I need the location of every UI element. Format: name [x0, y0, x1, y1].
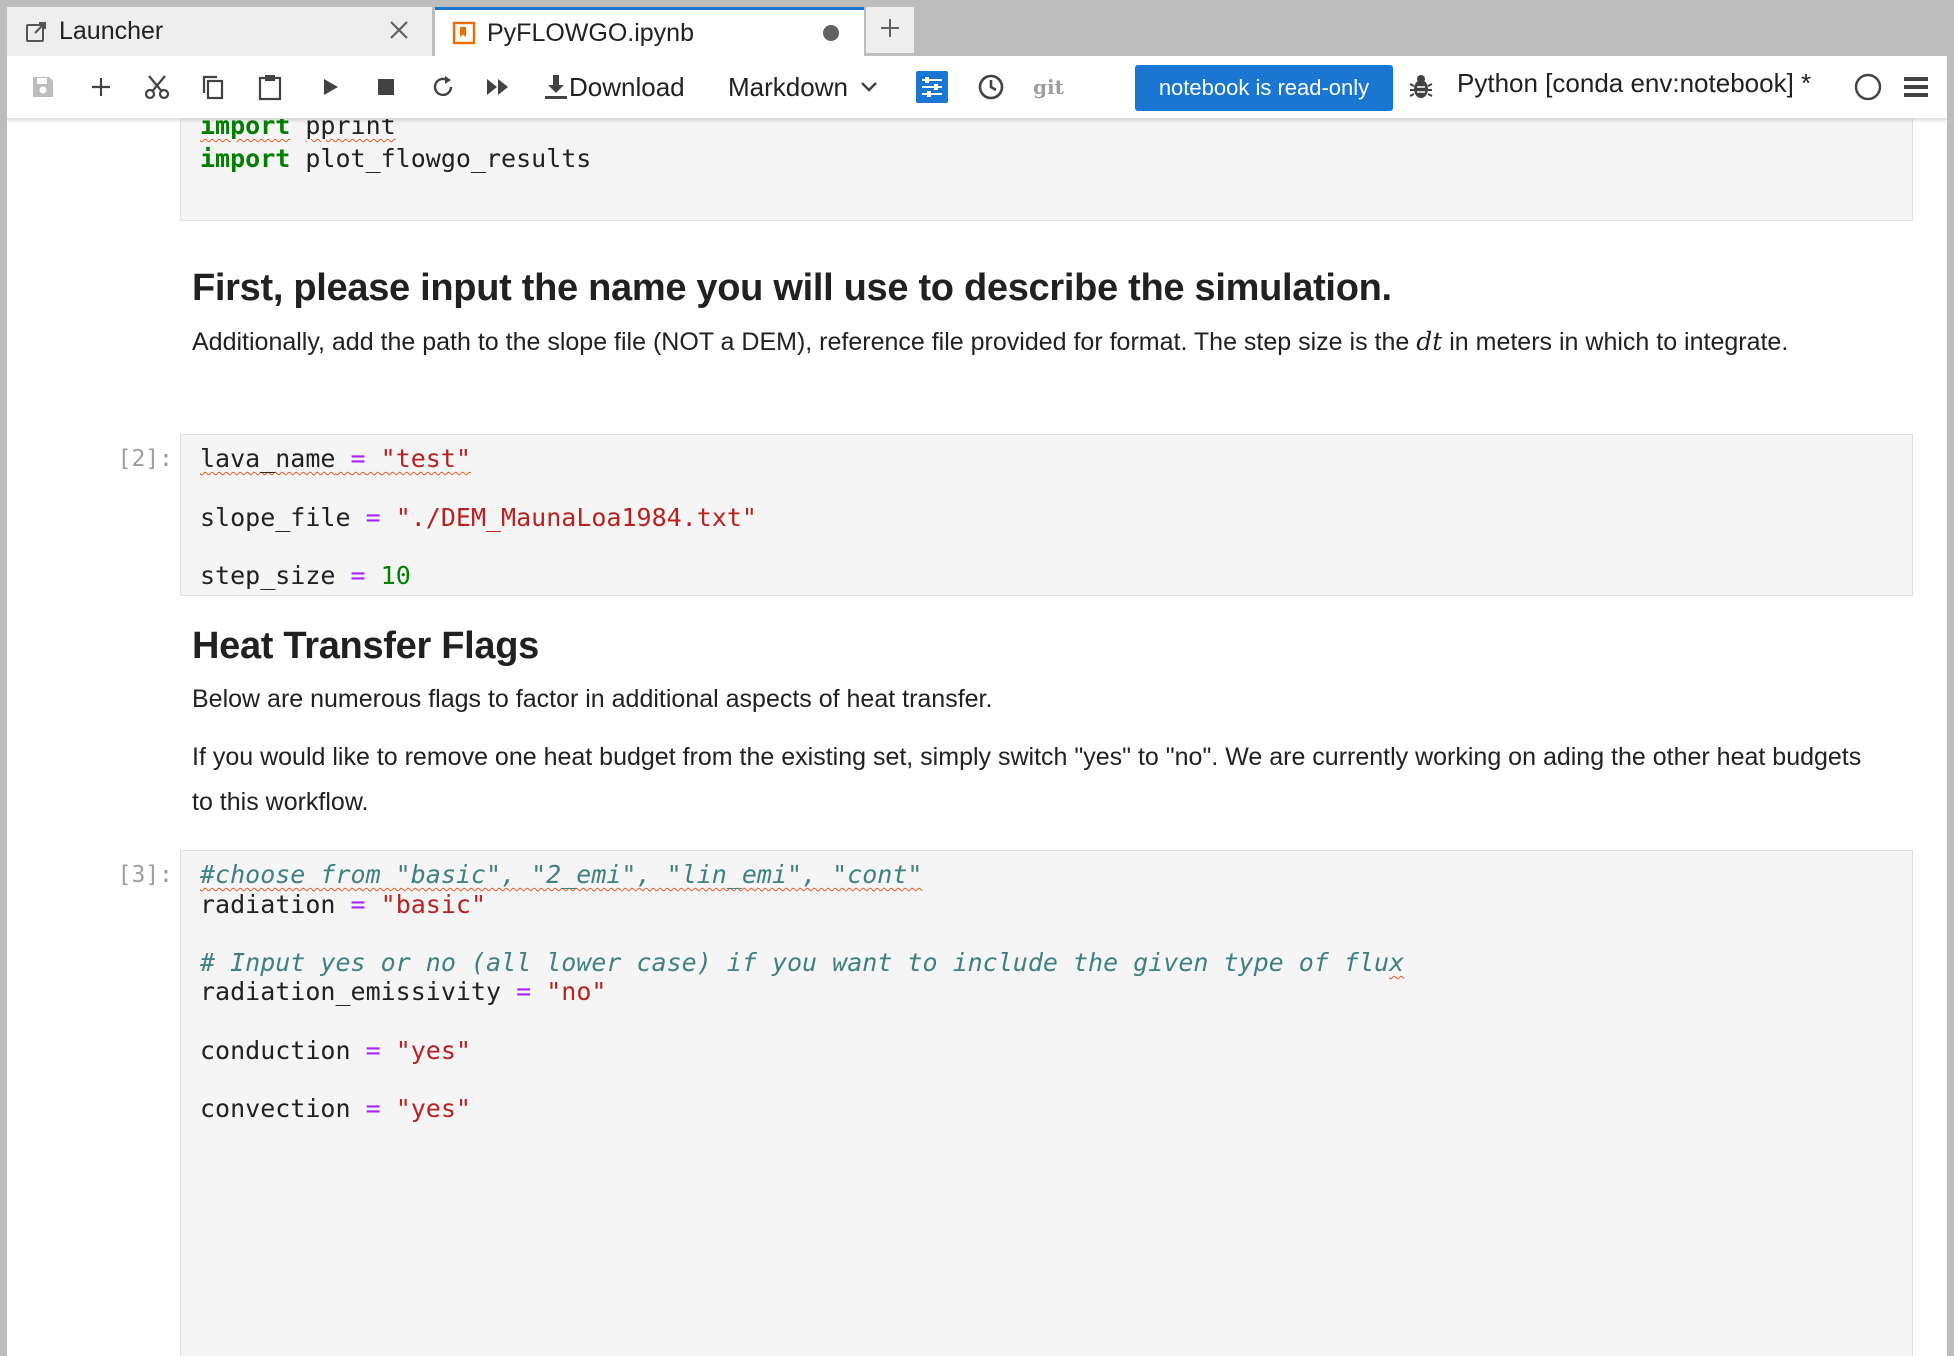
tab-launcher[interactable]: Launcher: [7, 7, 433, 56]
markdown-heading: Heat Transfer Flags: [192, 625, 539, 667]
git-label: git: [1033, 75, 1064, 99]
code-line: import pprint: [200, 119, 396, 140]
markdown-paragraph: Below are numerous flags to factor in ad…: [192, 685, 993, 713]
code-line: step_size = 10: [200, 561, 411, 590]
tab-notebook[interactable]: PyFLOWGO.ipynb: [435, 7, 864, 56]
kernel-status-icon: [1853, 72, 1883, 102]
notebook-panel: Download Markdown git notebook is read-o…: [7, 56, 1947, 1356]
math-inline: dt: [1416, 327, 1443, 356]
code-line: #choose from "basic", "2_emi", "lin_emi"…: [200, 860, 923, 889]
history-button[interactable]: [973, 70, 1009, 104]
stop-icon: [376, 77, 396, 97]
download-button[interactable]: Download: [543, 70, 685, 104]
code-line: radiation = "basic": [200, 890, 487, 919]
property-inspector-button[interactable]: [915, 70, 949, 104]
copy-button[interactable]: [195, 70, 231, 104]
new-tab-button[interactable]: [866, 7, 914, 53]
cut-icon: [143, 73, 171, 101]
paste-icon: [256, 73, 284, 101]
code-line: conduction = "yes": [200, 1036, 471, 1065]
cell-prompt: [2]:: [117, 446, 173, 472]
code-line: convection = "yes": [200, 1094, 471, 1123]
download-icon: [543, 73, 569, 101]
git-button[interactable]: git: [1033, 70, 1064, 104]
markdown-heading: First, please input the name you will us…: [192, 267, 1392, 309]
add-cell-icon: [89, 75, 113, 99]
kernel-status-indicator: [1852, 70, 1884, 104]
save-icon: [30, 74, 56, 100]
run-icon: [319, 76, 341, 98]
readonly-badge: notebook is read-only: [1135, 65, 1393, 111]
plus-icon: [879, 17, 901, 44]
paste-button[interactable]: [252, 70, 288, 104]
kernel-name[interactable]: Python [conda env:notebook] *: [1457, 68, 1811, 99]
cell-type-value: Markdown: [728, 71, 848, 102]
restart-button[interactable]: [425, 70, 461, 104]
tab-label: PyFLOWGO.ipynb: [487, 18, 694, 47]
chevron-down-icon: [860, 81, 878, 93]
add-cell-button[interactable]: [83, 70, 119, 104]
download-label: Download: [569, 71, 685, 102]
close-icon[interactable]: [386, 17, 412, 43]
code-line: slope_file = "./DEM_MaunaLoa1984.txt": [200, 503, 757, 532]
cell-prompt: [3]:: [117, 862, 173, 888]
run-all-button[interactable]: [480, 70, 516, 104]
history-icon: [977, 73, 1005, 101]
debugger-button[interactable]: [1403, 70, 1439, 104]
stop-button[interactable]: [368, 70, 404, 104]
code-line: # Input yes or no (all lower case) if yo…: [200, 948, 1405, 977]
cut-button[interactable]: [139, 70, 175, 104]
copy-icon: [199, 73, 227, 101]
tab-bar: Launcher PyFLOWGO.ipynb: [0, 0, 1954, 56]
notebook-icon: [451, 20, 477, 46]
markdown-paragraph: If you would like to remove one heat bud…: [192, 743, 1862, 816]
code-line: lava_name = "test": [200, 444, 471, 473]
menu-button[interactable]: [1900, 70, 1932, 104]
menu-icon: [1903, 75, 1929, 99]
launch-icon: [23, 19, 49, 45]
cell-type-select[interactable]: Markdown: [728, 70, 878, 104]
run-button[interactable]: [312, 70, 348, 104]
notebook-content: import pprint import plot_flowgo_results…: [7, 119, 1947, 1356]
save-button[interactable]: [25, 70, 61, 104]
unsaved-dot-icon[interactable]: [818, 20, 844, 46]
notebook-toolbar: Download Markdown git notebook is read-o…: [7, 56, 1947, 119]
run-all-icon: [484, 76, 512, 98]
tab-label: Launcher: [59, 17, 164, 45]
code-line: import plot_flowgo_results: [200, 144, 592, 173]
code-line: radiation_emissivity = "no": [200, 977, 607, 1006]
debugger-icon: [1408, 73, 1434, 101]
property-inspector-icon: [916, 71, 948, 103]
restart-icon: [430, 74, 456, 100]
markdown-paragraph: Additionally, add the path to the slope …: [192, 327, 1789, 356]
